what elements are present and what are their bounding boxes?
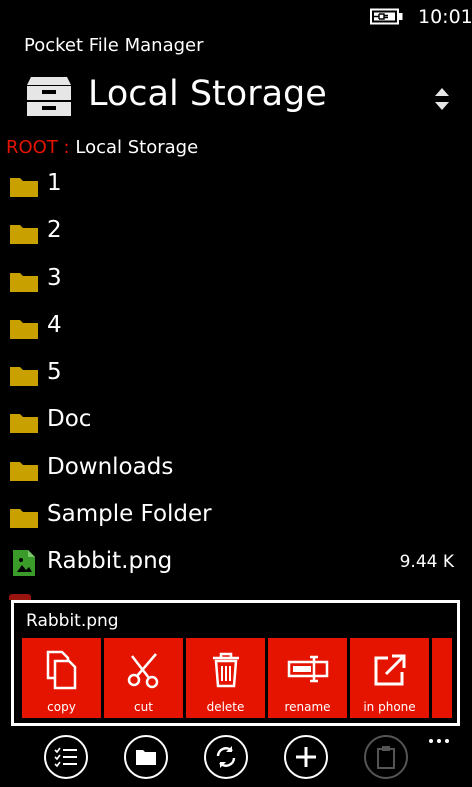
item-name: 5 — [47, 359, 62, 386]
delete-button[interactable]: delete — [186, 638, 265, 718]
cut-button[interactable]: cut — [104, 638, 183, 718]
folder-item[interactable]: 2 — [0, 209, 472, 256]
more-actions-partial[interactable] — [432, 638, 452, 718]
refresh-button[interactable] — [204, 735, 248, 779]
open-in-phone-button[interactable]: in phone — [350, 638, 429, 718]
add-icon — [296, 747, 316, 767]
folder-item[interactable]: Sample Folder — [0, 493, 472, 540]
folder-icon — [10, 225, 38, 245]
folder-item[interactable]: 3 — [0, 257, 472, 304]
select-button[interactable] — [44, 735, 88, 779]
item-name: 3 — [47, 264, 62, 291]
action-label: copy — [47, 700, 76, 714]
folder-icon — [10, 461, 38, 481]
scissors-icon — [127, 653, 159, 689]
rename-button[interactable]: rename — [268, 638, 347, 718]
action-label: cut — [134, 700, 153, 714]
sort-icon[interactable] — [432, 86, 452, 112]
item-name: Doc — [47, 406, 92, 433]
folder-item[interactable]: 5 — [0, 351, 472, 398]
paste-button[interactable] — [364, 735, 408, 779]
folder-icon — [10, 178, 38, 197]
copy-icon — [46, 650, 77, 690]
item-name: Rabbit.png — [47, 548, 173, 575]
clock: 10:01 — [418, 6, 472, 28]
folder-button[interactable] — [124, 735, 168, 779]
battery-charging-icon — [370, 8, 403, 25]
action-strip: copy cut delete rename in phone — [22, 638, 452, 718]
item-name: 4 — [47, 311, 62, 338]
action-label: in phone — [363, 700, 416, 714]
trash-icon — [213, 652, 239, 688]
action-label: delete — [206, 700, 245, 714]
action-label: rename — [284, 700, 331, 714]
breadcrumb: ROOT : Local Storage — [6, 137, 198, 158]
file-item[interactable]: Rabbit.png 9.44 K — [0, 540, 472, 587]
checklist-icon — [54, 747, 77, 768]
folder-icon — [10, 367, 38, 387]
folder-item[interactable]: Downloads — [0, 446, 472, 493]
file-list: 1 2 3 4 5 Doc Downloads Sample Folder Ra… — [0, 162, 472, 588]
folder-icon — [136, 750, 156, 765]
refresh-icon — [216, 746, 236, 768]
item-name: Downloads — [47, 453, 174, 480]
item-name: 1 — [47, 170, 62, 196]
context-menu: Rabbit.png copy cut delete rename in pho… — [11, 600, 460, 726]
copy-button[interactable]: copy — [22, 638, 101, 718]
paste-icon — [377, 746, 395, 769]
app-bar — [0, 730, 472, 787]
open-external-icon — [374, 654, 406, 686]
folder-item[interactable]: 4 — [0, 304, 472, 351]
rename-icon — [287, 655, 329, 683]
storage-name: Local Storage — [88, 74, 327, 114]
cabinet-icon — [27, 77, 71, 116]
folder-icon — [10, 414, 38, 434]
status-bar: 10:01 — [0, 0, 472, 34]
image-file-icon — [13, 550, 35, 577]
folder-item[interactable]: 1 — [0, 162, 472, 209]
breadcrumb-root[interactable]: ROOT : — [6, 137, 70, 158]
file-size: 9.44 K — [399, 552, 454, 573]
more-icon[interactable] — [427, 736, 451, 746]
context-menu-title: Rabbit.png — [26, 611, 119, 631]
add-button[interactable] — [284, 735, 328, 779]
app-title: Pocket File Manager — [24, 35, 204, 56]
folder-icon — [10, 319, 38, 339]
folder-icon — [10, 509, 38, 529]
folder-item[interactable]: Doc — [0, 398, 472, 445]
folder-icon — [10, 272, 38, 292]
breadcrumb-path: Local Storage — [75, 137, 199, 158]
item-name: 2 — [47, 217, 62, 244]
storage-header[interactable]: Local Storage — [0, 70, 472, 128]
item-name: Sample Folder — [47, 501, 212, 528]
